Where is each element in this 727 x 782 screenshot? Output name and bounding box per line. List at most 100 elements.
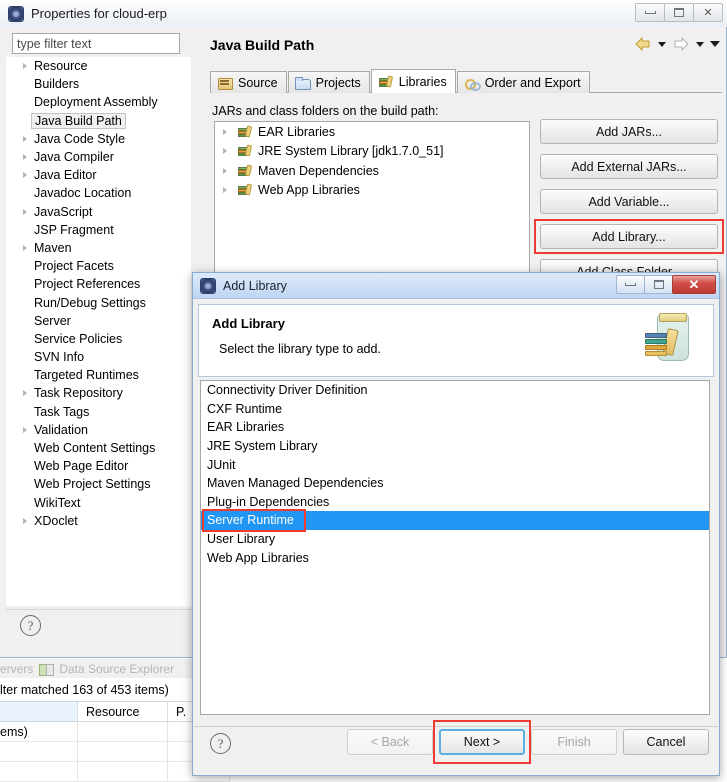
sidebar-item-targeted-runtimes[interactable]: Targeted Runtimes: [6, 366, 191, 384]
sidebar-item-validation[interactable]: Validation: [6, 421, 191, 439]
sidebar-item-label: Web Page Editor: [34, 459, 129, 474]
add-variable-button[interactable]: Add Variable...: [540, 189, 718, 214]
library-type-list[interactable]: Connectivity Driver Definition CXF Runtim…: [200, 380, 710, 715]
sidebar-item-label: Validation: [34, 422, 88, 437]
maximize-icon[interactable]: [664, 3, 694, 22]
sidebar-item-java-code-style[interactable]: Java Code Style: [6, 130, 191, 148]
sidebar-item-xdoclet[interactable]: XDoclet: [6, 512, 191, 530]
settings-tree[interactable]: Resource Builders Deployment Assembly Java …: [6, 57, 191, 606]
sidebar-item-task-tags[interactable]: Task Tags: [6, 403, 191, 421]
forward-history-chevron-down-icon[interactable]: [696, 41, 704, 47]
tab-source[interactable]: Source: [210, 71, 287, 93]
close-icon[interactable]: ✕: [693, 3, 723, 22]
back-button: < Back: [347, 729, 433, 755]
sidebar-item-maven[interactable]: Maven: [6, 239, 191, 257]
sidebar-item-deployment-assembly[interactable]: Deployment Assembly: [6, 93, 191, 111]
expand-triangle-icon[interactable]: [223, 129, 237, 135]
list-item[interactable]: JRE System Library: [201, 437, 709, 456]
dialog-titlebar: Add Library ✕: [193, 273, 719, 299]
back-history-chevron-down-icon[interactable]: [658, 41, 666, 47]
build-path-entry[interactable]: Web App Libraries: [215, 181, 529, 201]
sidebar-item-server[interactable]: Server: [6, 312, 191, 330]
sidebar-item-builders[interactable]: Builders: [6, 75, 191, 93]
data-source-explorer-icon: [39, 663, 55, 676]
expand-triangle-icon[interactable]: [18, 518, 31, 524]
expand-triangle-icon[interactable]: [18, 390, 31, 396]
sidebar-item-project-references[interactable]: Project References: [6, 275, 191, 293]
build-path-entry[interactable]: EAR Libraries: [215, 122, 529, 142]
sidebar-item-java-build-path[interactable]: Java Build Path: [6, 112, 191, 130]
tab-libraries[interactable]: Libraries: [370, 69, 456, 93]
sidebar-item-java-editor[interactable]: Java Editor: [6, 166, 191, 184]
expand-triangle-icon[interactable]: [18, 172, 31, 178]
sidebar-item-java-compiler[interactable]: Java Compiler: [6, 148, 191, 166]
search-input[interactable]: type filter text: [12, 33, 180, 54]
add-jars-button[interactable]: Add JARs...: [540, 119, 718, 144]
add-external-jars-button[interactable]: Add External JARs...: [540, 154, 718, 179]
list-item-label: Web App Libraries: [207, 550, 309, 565]
properties-window-title: Properties for cloud-erp: [31, 6, 167, 21]
list-item[interactable]: Connectivity Driver Definition: [201, 381, 709, 400]
next-button[interactable]: Next >: [439, 729, 525, 755]
expand-triangle-icon[interactable]: [18, 136, 31, 142]
cancel-button[interactable]: Cancel: [623, 729, 709, 755]
column-header-resource[interactable]: Resource: [78, 702, 168, 721]
sidebar-item-javascript[interactable]: JavaScript: [6, 203, 191, 221]
expand-triangle-icon[interactable]: [223, 187, 237, 193]
list-item-label: Server Runtime: [207, 513, 294, 528]
sidebar-item-project-facets[interactable]: Project Facets: [6, 257, 191, 275]
order-export-icon: [464, 76, 481, 91]
sidebar-item-resource[interactable]: Resource: [6, 57, 191, 75]
sidebar-item-web-content-settings[interactable]: Web Content Settings: [6, 439, 191, 457]
expand-triangle-icon[interactable]: [18, 427, 31, 433]
sidebar-item-web-page-editor[interactable]: Web Page Editor: [6, 457, 191, 475]
list-item[interactable]: Server Runtime: [201, 511, 709, 530]
maximize-icon[interactable]: [644, 275, 673, 294]
sidebar-item-javadoc-location[interactable]: Javadoc Location: [6, 184, 191, 202]
list-item[interactable]: Web App Libraries: [201, 548, 709, 567]
list-item[interactable]: Plug-in Dependencies: [201, 493, 709, 512]
expand-triangle-icon[interactable]: [18, 245, 31, 251]
expand-triangle-icon[interactable]: [223, 148, 237, 154]
sidebar-item-svn-info[interactable]: SVN Info: [6, 348, 191, 366]
build-path-entry-label: Web App Libraries: [258, 183, 360, 198]
list-item[interactable]: User Library: [201, 530, 709, 549]
build-path-entry[interactable]: JRE System Library [jdk1.7.0_51]: [215, 142, 529, 162]
add-library-button[interactable]: Add Library...: [540, 224, 718, 249]
sidebar-item-label: Java Code Style: [34, 131, 126, 146]
library-icon: [237, 164, 254, 178]
view-tab-data-source-explorer[interactable]: Data Source Explorer: [59, 662, 174, 676]
list-item-label: User Library: [207, 532, 276, 547]
expand-triangle-icon[interactable]: [223, 168, 237, 174]
sidebar-item-web-project-settings[interactable]: Web Project Settings: [6, 475, 191, 493]
list-item[interactable]: JUnit: [201, 455, 709, 474]
expand-triangle-icon[interactable]: [18, 154, 31, 160]
view-tab-servers[interactable]: ervers: [0, 662, 33, 676]
tab-order-and-export[interactable]: Order and Export: [456, 71, 590, 93]
column-header-blank[interactable]: [0, 702, 78, 721]
list-item[interactable]: CXF Runtime: [201, 400, 709, 419]
sidebar-item-wikitext[interactable]: WikiText: [6, 494, 191, 512]
list-item[interactable]: Maven Managed Dependencies: [201, 474, 709, 493]
back-arrow-icon[interactable]: [634, 36, 652, 52]
table-cell: [0, 742, 78, 762]
help-button[interactable]: ?: [20, 615, 42, 637]
forward-arrow-icon[interactable]: [672, 36, 690, 52]
minimize-icon[interactable]: [635, 3, 665, 22]
sidebar-item-run-debug-settings[interactable]: Run/Debug Settings: [6, 293, 191, 311]
tab-projects[interactable]: Projects: [287, 71, 370, 93]
build-path-entry[interactable]: Maven Dependencies: [215, 161, 529, 181]
screenshot-root: ervers Data Source Explorer lter matched…: [0, 0, 727, 782]
tab-label: Order and Export: [484, 75, 581, 90]
table-cell: [0, 762, 78, 782]
dialog-help-button[interactable]: ?: [210, 733, 231, 754]
expand-triangle-icon[interactable]: [18, 63, 31, 69]
expand-triangle-icon[interactable]: [18, 209, 31, 215]
sidebar-item-jsp-fragment[interactable]: JSP Fragment: [6, 221, 191, 239]
close-icon[interactable]: ✕: [672, 275, 716, 294]
sidebar-item-task-repository[interactable]: Task Repository: [6, 384, 191, 402]
sidebar-item-service-policies[interactable]: Service Policies: [6, 330, 191, 348]
list-item[interactable]: EAR Libraries: [201, 418, 709, 437]
view-menu-chevron-down-icon[interactable]: [710, 41, 720, 47]
minimize-icon[interactable]: [616, 275, 645, 294]
